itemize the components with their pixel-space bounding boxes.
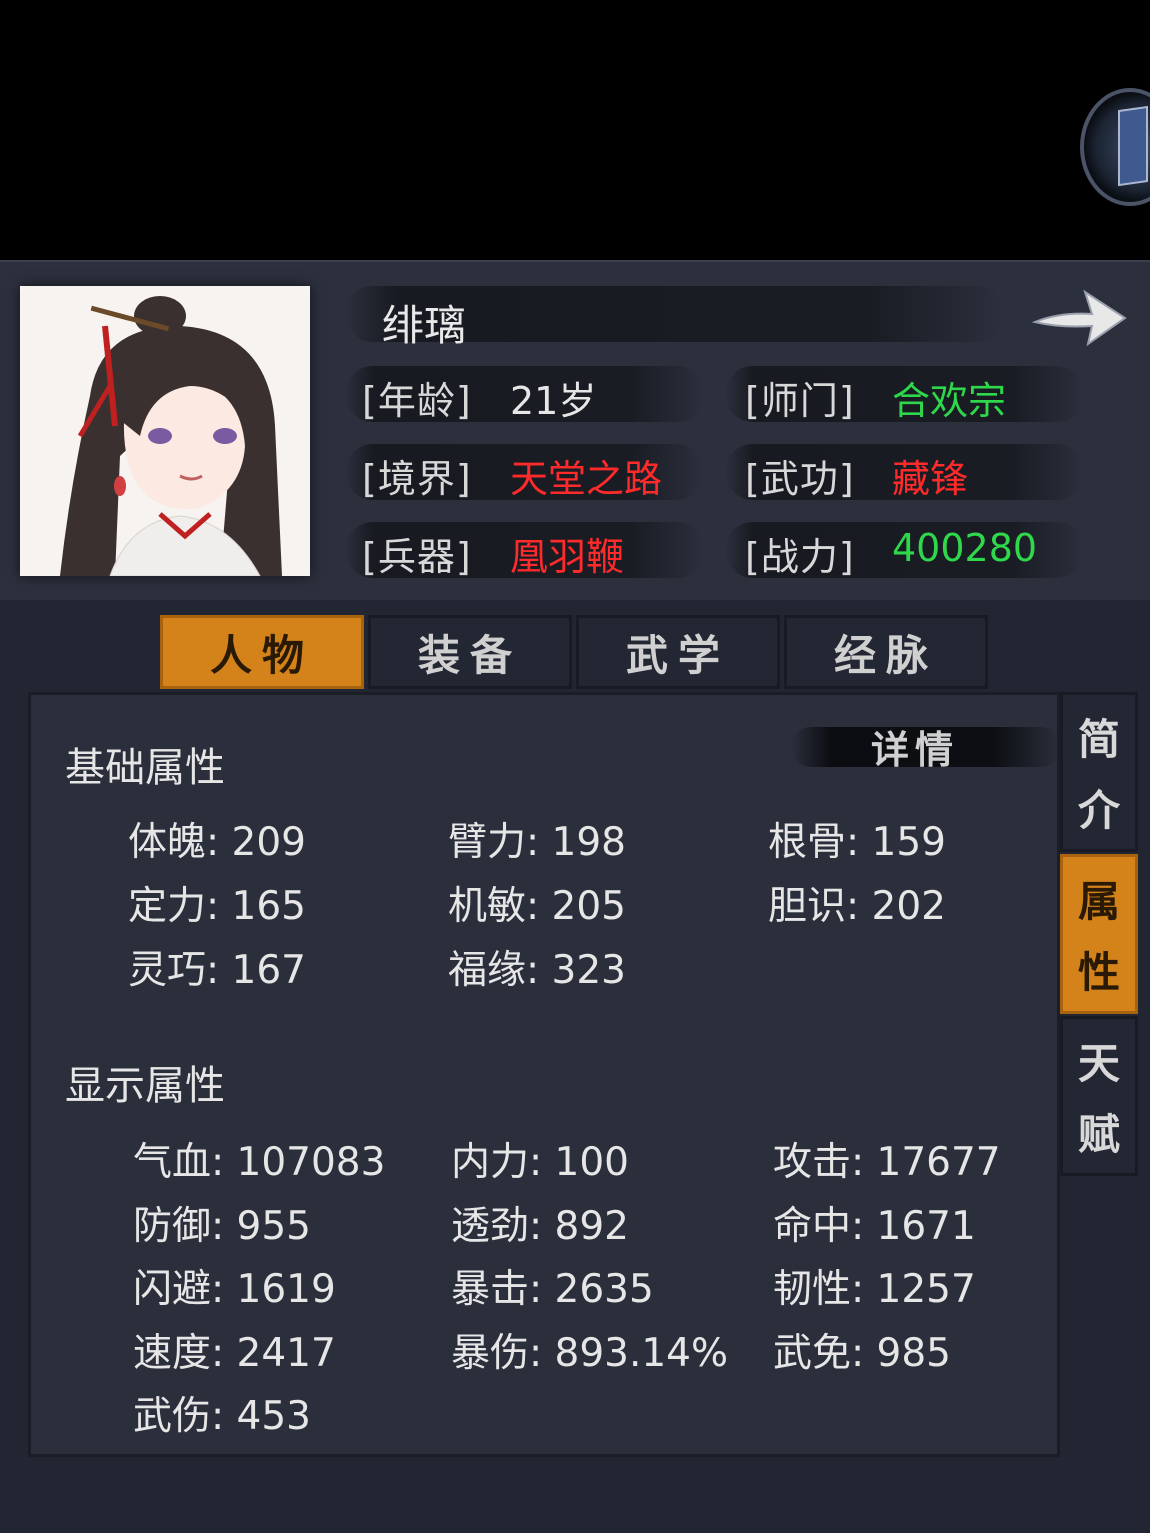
stat-bili: 臂力: 198: [448, 820, 626, 865]
tab-equipment[interactable]: 装备: [368, 615, 572, 689]
stat-crit: 暴击: 2635: [451, 1267, 654, 1312]
attributes-content: 基础属性 详情 体魄: 209 臂力: 198 根骨: 159 定力: 165 …: [28, 692, 1061, 1457]
side-tab-char: 赋: [1077, 1110, 1120, 1159]
skill-value: 藏锋: [892, 457, 969, 501]
weapon-label: [兵器]: [362, 535, 472, 579]
stat-fuyuan: 福缘: 323: [448, 948, 626, 993]
right-arrow-icon[interactable]: [1030, 282, 1130, 352]
base-attributes-title: 基础属性: [65, 745, 225, 791]
stat-lingqiao: 灵巧: 167: [128, 948, 306, 993]
side-tab-char: 简: [1077, 715, 1120, 764]
realm-label: [境界]: [362, 457, 472, 501]
side-tab-talent[interactable]: 天 赋: [1060, 1016, 1138, 1176]
stat-gengu: 根骨: 159: [768, 820, 946, 865]
stat-dingli: 定力: 165: [128, 884, 306, 929]
sect-label: [师门]: [745, 379, 855, 423]
stat-martial-damage: 武伤: 453: [133, 1394, 311, 1439]
side-tab-char: 天: [1077, 1039, 1120, 1088]
stat-dodge: 闪避: 1619: [133, 1267, 336, 1312]
tab-martial-arts[interactable]: 武学: [576, 615, 780, 689]
portrait-illustration: [20, 286, 310, 576]
side-tabs: 简 介 属 性 天 赋: [1060, 692, 1140, 1178]
side-tab-char: 介: [1077, 786, 1120, 835]
stat-tipo: 体魄: 209: [128, 820, 306, 865]
stat-accuracy: 命中: 1671: [773, 1204, 976, 1249]
stat-jimin: 机敏: 205: [448, 884, 626, 929]
book-badge-icon[interactable]: [1080, 88, 1150, 206]
tab-meridians[interactable]: 经脉: [784, 615, 988, 689]
stat-danshi: 胆识: 202: [768, 884, 946, 929]
top-tabs: 人物 装备 武学 经脉: [160, 615, 992, 690]
character-name: 绯璃: [382, 301, 467, 350]
side-tab-char: 属: [1077, 877, 1120, 926]
detail-button-label: 详情: [871, 727, 960, 772]
stat-martial-immunity: 武免: 985: [773, 1331, 951, 1376]
tab-character[interactable]: 人物: [160, 615, 364, 689]
side-tab-attributes[interactable]: 属 性: [1060, 854, 1138, 1014]
display-attributes-title: 显示属性: [65, 1063, 225, 1109]
stat-crit-damage: 暴伤: 893.14%: [451, 1331, 729, 1376]
weapon-value: 凰羽鞭: [510, 535, 625, 579]
power-value: 400280: [892, 526, 1038, 570]
age-value: 21岁: [510, 379, 597, 423]
stat-hp: 气血: 107083: [133, 1140, 386, 1185]
detail-button[interactable]: 详情: [791, 715, 1071, 777]
book-page-shape: [1118, 105, 1148, 187]
stat-penetration: 透劲: 892: [451, 1204, 629, 1249]
side-tab-intro[interactable]: 简 介: [1060, 692, 1138, 852]
stat-attack: 攻击: 17677: [773, 1140, 1001, 1185]
character-header: 绯璃 [年龄] 21岁 [师门] 合欢宗 [境界] 天堂之路 [武功] 藏锋 […: [0, 260, 1150, 600]
stat-defense: 防御: 955: [133, 1204, 311, 1249]
stat-speed: 速度: 2417: [133, 1331, 336, 1376]
stat-toughness: 韧性: 1257: [773, 1267, 976, 1312]
character-portrait: [20, 286, 310, 576]
sect-value: 合欢宗: [892, 379, 1007, 423]
age-label: [年龄]: [362, 379, 472, 423]
side-tab-char: 性: [1077, 948, 1120, 997]
main-panel: 人物 装备 武学 经脉 基础属性 详情 体魄: 209 臂力: 198 根骨: …: [0, 600, 1150, 1533]
realm-value: 天堂之路: [510, 457, 663, 501]
skill-label: [武功]: [745, 457, 855, 501]
power-label: [战力]: [745, 535, 855, 579]
stat-neili: 内力: 100: [451, 1140, 629, 1185]
